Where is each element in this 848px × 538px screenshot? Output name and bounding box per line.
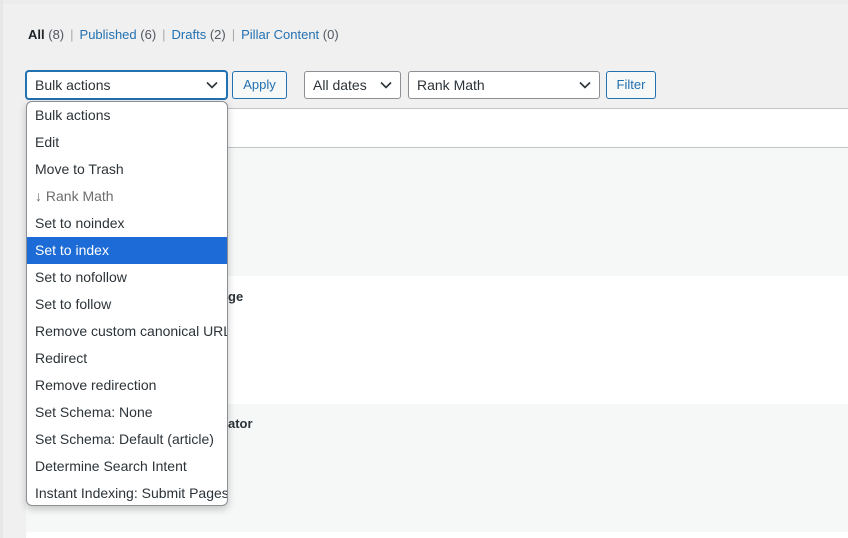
option-bulk-actions[interactable]: Bulk actions bbox=[27, 102, 227, 129]
filter-pillar-content-count: (0) bbox=[322, 27, 339, 42]
seo-filter-select[interactable]: Rank Math bbox=[408, 71, 600, 99]
filter-all[interactable]: All (8) bbox=[28, 27, 64, 42]
bulk-actions-select[interactable]: Bulk actions bbox=[26, 71, 227, 99]
option-set-to-index[interactable]: Set to index bbox=[27, 237, 227, 264]
option-edit[interactable]: Edit bbox=[27, 129, 227, 156]
row-title-fragment[interactable]: ge bbox=[228, 289, 243, 304]
filter-drafts-count: (2) bbox=[209, 27, 226, 42]
bulk-actions-dropdown: Bulk actions Edit Move to Trash ↓ Rank M… bbox=[26, 101, 228, 506]
filter-separator: | bbox=[70, 27, 74, 42]
option-group-rank-math: ↓ Rank Math bbox=[35, 188, 114, 204]
filter-drafts[interactable]: Drafts (2) bbox=[172, 27, 226, 42]
option-remove-custom-canonical-url[interactable]: Remove custom canonical URL bbox=[27, 318, 227, 345]
bulk-actions-selected: Bulk actions bbox=[35, 77, 111, 93]
option-instant-indexing-submit-pages[interactable]: Instant Indexing: Submit Pages bbox=[27, 480, 227, 505]
post-status-filters: All (8) | Published (6) | Drafts (2) | Pillar … bbox=[28, 27, 339, 43]
dates-selected: All dates bbox=[313, 77, 367, 93]
seo-filter-selected: Rank Math bbox=[417, 77, 485, 93]
apply-button[interactable]: Apply bbox=[232, 71, 287, 99]
option-set-schema-default-article[interactable]: Set Schema: Default (article) bbox=[27, 426, 227, 453]
option-determine-search-intent[interactable]: Determine Search Intent bbox=[27, 453, 227, 480]
option-set-to-nofollow[interactable]: Set to nofollow bbox=[27, 264, 227, 291]
filter-published[interactable]: Published (6) bbox=[80, 27, 157, 42]
top-strip bbox=[0, 0, 848, 4]
option-set-to-noindex[interactable]: Set to noindex bbox=[27, 210, 227, 237]
chevron-down-icon bbox=[579, 81, 591, 89]
chevron-down-icon bbox=[206, 81, 218, 89]
filter-all-count: (8) bbox=[48, 27, 65, 42]
filter-drafts-link[interactable]: Drafts bbox=[172, 27, 207, 42]
table-row bbox=[26, 532, 848, 538]
option-set-to-follow[interactable]: Set to follow bbox=[27, 291, 227, 318]
filter-published-link[interactable]: Published bbox=[80, 27, 137, 42]
option-move-to-trash[interactable]: Move to Trash bbox=[27, 156, 227, 183]
filter-separator: | bbox=[231, 27, 236, 42]
dates-select[interactable]: All dates bbox=[304, 71, 401, 99]
filter-button[interactable]: Filter bbox=[606, 71, 656, 99]
admin-menu-edge bbox=[0, 0, 3, 538]
filter-pillar-content-link[interactable]: Pillar Content bbox=[241, 27, 319, 42]
filter-pillar-content[interactable]: Pillar Content (0) bbox=[241, 27, 339, 42]
filter-separator: | bbox=[162, 27, 166, 42]
filter-all-label: All bbox=[28, 27, 45, 42]
option-redirect[interactable]: Redirect bbox=[27, 345, 227, 372]
option-set-schema-none[interactable]: Set Schema: None bbox=[27, 399, 227, 426]
filter-published-count: (6) bbox=[140, 27, 157, 42]
option-remove-redirection[interactable]: Remove redirection bbox=[27, 372, 227, 399]
chevron-down-icon bbox=[380, 81, 392, 89]
row-title-fragment[interactable]: ator bbox=[228, 416, 253, 431]
